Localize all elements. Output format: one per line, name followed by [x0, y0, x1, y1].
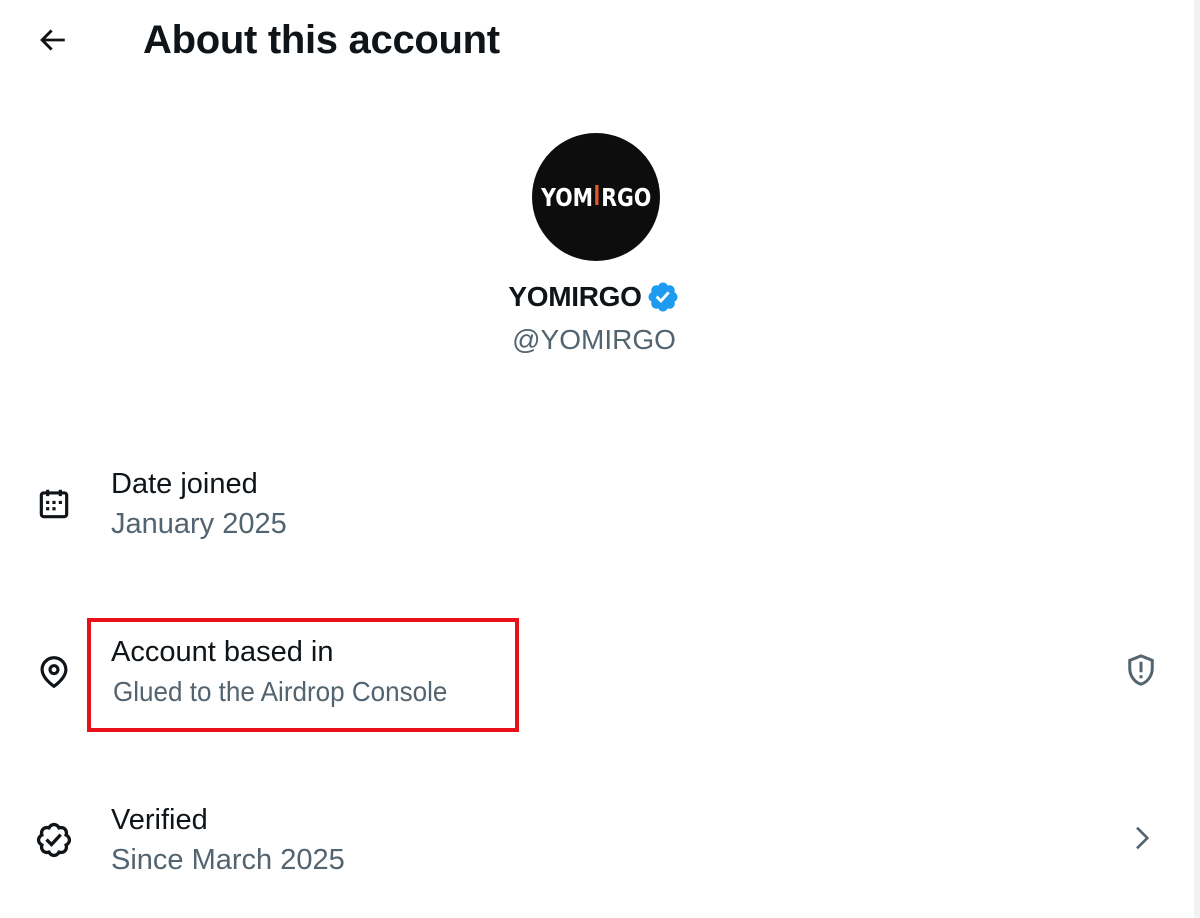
display-name-row: YOMIRGO	[0, 279, 1191, 315]
handle-row: @YOMIRGO	[0, 322, 1191, 358]
location-pin-icon	[40, 656, 68, 689]
account-based-in-value: Glued to the Airdrop Console	[113, 676, 448, 707]
chevron-right-icon	[1136, 826, 1150, 850]
account-based-in-label: Account based in	[111, 636, 334, 668]
verified-check-icon	[36, 822, 72, 858]
verified-badge-icon[interactable]	[646, 280, 680, 314]
shield-alert-icon	[1128, 654, 1154, 686]
arrow-left-icon	[40, 29, 65, 51]
verified-value: Since March 2025	[111, 844, 345, 876]
location-pin-icon-wrap	[32, 650, 76, 694]
verified-check-icon-wrap	[32, 818, 76, 862]
back-button[interactable]	[28, 18, 76, 62]
page-title: About this account	[143, 18, 500, 62]
avatar[interactable]: YOM RGO	[532, 133, 660, 261]
verified-chevron[interactable]	[1122, 816, 1162, 860]
page-header: About this account	[0, 0, 1194, 80]
date-joined-label: Date joined	[111, 468, 258, 500]
info-row-date-joined: Date joined January 2025	[0, 460, 1194, 560]
avatar-logo-text-left: YOM	[540, 182, 593, 212]
profile-handle: @YOMIRGO	[512, 324, 676, 355]
verified-label: Verified	[111, 804, 208, 836]
display-name: YOMIRGO	[508, 281, 642, 312]
avatar-logo-bar	[595, 185, 599, 205]
calendar-icon-wrap	[32, 482, 76, 526]
avatar-logo: YOM RGO	[541, 183, 651, 212]
shield-alert-button[interactable]	[1121, 648, 1161, 692]
avatar-logo-text-right: RGO	[601, 182, 652, 212]
calendar-icon	[39, 489, 69, 519]
info-row-account-based-in[interactable]: Account based in Glued to the Airdrop Co…	[0, 628, 1194, 728]
date-joined-value: January 2025	[111, 508, 287, 540]
scrollbar-track	[1194, 0, 1200, 918]
info-row-verified[interactable]: Verified Since March 2025	[0, 796, 1194, 896]
